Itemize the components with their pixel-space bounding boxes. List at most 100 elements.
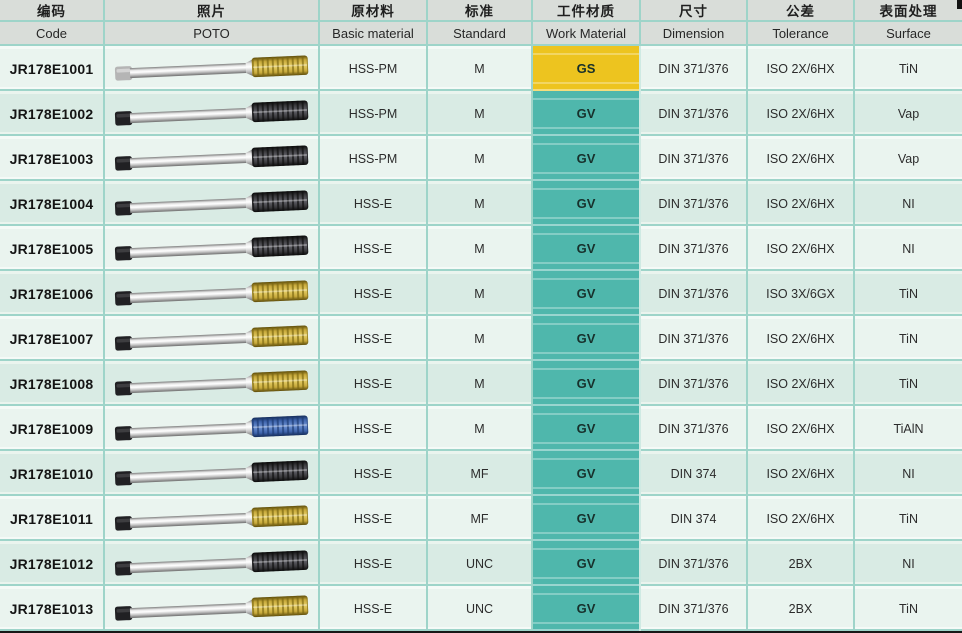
cell-dimension: DIN 371/376 <box>641 271 748 316</box>
tap-image <box>112 185 312 223</box>
header-dimension-en: Dimension <box>641 22 748 46</box>
cell-work-material: GV <box>533 451 641 496</box>
cell-standard: M <box>428 136 533 181</box>
cell-photo <box>105 46 320 91</box>
header-basic-material-en: Basic material <box>320 22 428 46</box>
table-row: JR178E1006 HSS-E M GV DIN 371/376 ISO 3X… <box>0 271 962 316</box>
cell-photo <box>105 226 320 271</box>
cell-code: JR178E1013 <box>0 586 105 631</box>
cell-dimension: DIN 371/376 <box>641 226 748 271</box>
table-row: JR178E1008 HSS-E M GV DIN 371/376 ISO 2X… <box>0 361 962 406</box>
cell-code: JR178E1003 <box>0 136 105 181</box>
cell-photo <box>105 271 320 316</box>
cell-surface: TiN <box>855 271 962 316</box>
cell-work-material: GV <box>533 136 641 181</box>
cell-basic-material: HSS-PM <box>320 46 428 91</box>
tap-image <box>112 500 312 538</box>
cell-standard: M <box>428 406 533 451</box>
table-row: JR178E1013 HSS-E UNC GV DIN 371/376 2BX … <box>0 586 962 631</box>
tap-image <box>112 545 312 583</box>
cell-code: JR178E1004 <box>0 181 105 226</box>
header-tolerance-zh: 公差 <box>748 0 855 22</box>
header-photo-en: POTO <box>105 22 320 46</box>
tap-image <box>112 275 312 313</box>
cell-dimension: DIN 371/376 <box>641 541 748 586</box>
tap-photo <box>112 500 312 538</box>
tap-photo <box>112 590 312 628</box>
tap-image <box>112 320 312 358</box>
cell-work-material: GV <box>533 406 641 451</box>
cell-photo <box>105 586 320 631</box>
cell-tolerance: ISO 2X/6HX <box>748 406 855 451</box>
header-tolerance-en: Tolerance <box>748 22 855 46</box>
table-row: JR178E1002 HSS-PM M GV DIN 371/376 ISO 2… <box>0 91 962 136</box>
cell-work-material: GV <box>533 541 641 586</box>
cell-standard: M <box>428 316 533 361</box>
cell-work-material: GV <box>533 226 641 271</box>
cell-dimension: DIN 371/376 <box>641 46 748 91</box>
cell-code: JR178E1010 <box>0 451 105 496</box>
table-row: JR178E1004 HSS-E M GV DIN 371/376 ISO 2X… <box>0 181 962 226</box>
cell-code: JR178E1005 <box>0 226 105 271</box>
cell-tolerance: 2BX <box>748 586 855 631</box>
cell-basic-material: HSS-E <box>320 541 428 586</box>
header-dimension-zh: 尺寸 <box>641 0 748 22</box>
header-surface-zh: 表面处理 <box>855 0 962 22</box>
tap-image <box>112 230 312 268</box>
tap-photo <box>112 365 312 403</box>
cell-dimension: DIN 371/376 <box>641 91 748 136</box>
cell-standard: M <box>428 271 533 316</box>
cell-work-material: GS <box>533 46 641 91</box>
cell-code: JR178E1008 <box>0 361 105 406</box>
cell-surface: Vap <box>855 91 962 136</box>
cell-tolerance: ISO 2X/6HX <box>748 91 855 136</box>
tap-photo <box>112 140 312 178</box>
cell-work-material: GV <box>533 586 641 631</box>
cell-surface: TiN <box>855 361 962 406</box>
tap-catalog-table: 编码 照片 原材料 标准 工件材质 尺寸 公差 表面处理 Code POTO B… <box>0 0 962 633</box>
cell-basic-material: HSS-E <box>320 451 428 496</box>
cell-code: JR178E1001 <box>0 46 105 91</box>
cell-basic-material: HSS-E <box>320 586 428 631</box>
cell-dimension: DIN 374 <box>641 496 748 541</box>
cell-standard: M <box>428 181 533 226</box>
cell-code: JR178E1011 <box>0 496 105 541</box>
cell-dimension: DIN 371/376 <box>641 406 748 451</box>
tap-photo <box>112 50 312 88</box>
cell-basic-material: HSS-E <box>320 181 428 226</box>
cell-standard: MF <box>428 451 533 496</box>
cell-work-material: GV <box>533 181 641 226</box>
cell-tolerance: ISO 2X/6HX <box>748 226 855 271</box>
table-row: JR178E1011 HSS-E MF GV DIN 374 ISO 2X/6H… <box>0 496 962 541</box>
tap-image <box>112 95 312 133</box>
table-header-row-zh: 编码 照片 原材料 标准 工件材质 尺寸 公差 表面处理 <box>0 0 962 22</box>
cell-tolerance: ISO 2X/6HX <box>748 181 855 226</box>
cell-standard: UNC <box>428 586 533 631</box>
tap-photo <box>112 275 312 313</box>
cell-basic-material: HSS-PM <box>320 136 428 181</box>
tap-photo <box>112 545 312 583</box>
table-row: JR178E1007 HSS-E M GV DIN 371/376 ISO 2X… <box>0 316 962 361</box>
cell-dimension: DIN 371/376 <box>641 586 748 631</box>
cell-standard: MF <box>428 496 533 541</box>
tap-photo <box>112 185 312 223</box>
cell-basic-material: HSS-E <box>320 271 428 316</box>
cell-surface: NI <box>855 541 962 586</box>
cell-basic-material: HSS-E <box>320 226 428 271</box>
cell-tolerance: ISO 2X/6HX <box>748 451 855 496</box>
header-standard-en: Standard <box>428 22 533 46</box>
cell-dimension: DIN 371/376 <box>641 361 748 406</box>
cell-standard: M <box>428 361 533 406</box>
cell-surface: NI <box>855 226 962 271</box>
tap-image <box>112 410 312 448</box>
tap-image <box>112 455 312 493</box>
cell-basic-material: HSS-E <box>320 361 428 406</box>
cell-basic-material: HSS-E <box>320 406 428 451</box>
header-work-material-zh: 工件材质 <box>533 0 641 22</box>
table-header-row-en: Code POTO Basic material Standard Work M… <box>0 22 962 46</box>
cell-photo <box>105 541 320 586</box>
cell-standard: M <box>428 226 533 271</box>
cell-dimension: DIN 371/376 <box>641 316 748 361</box>
cell-work-material: GV <box>533 91 641 136</box>
cell-dimension: DIN 371/376 <box>641 181 748 226</box>
